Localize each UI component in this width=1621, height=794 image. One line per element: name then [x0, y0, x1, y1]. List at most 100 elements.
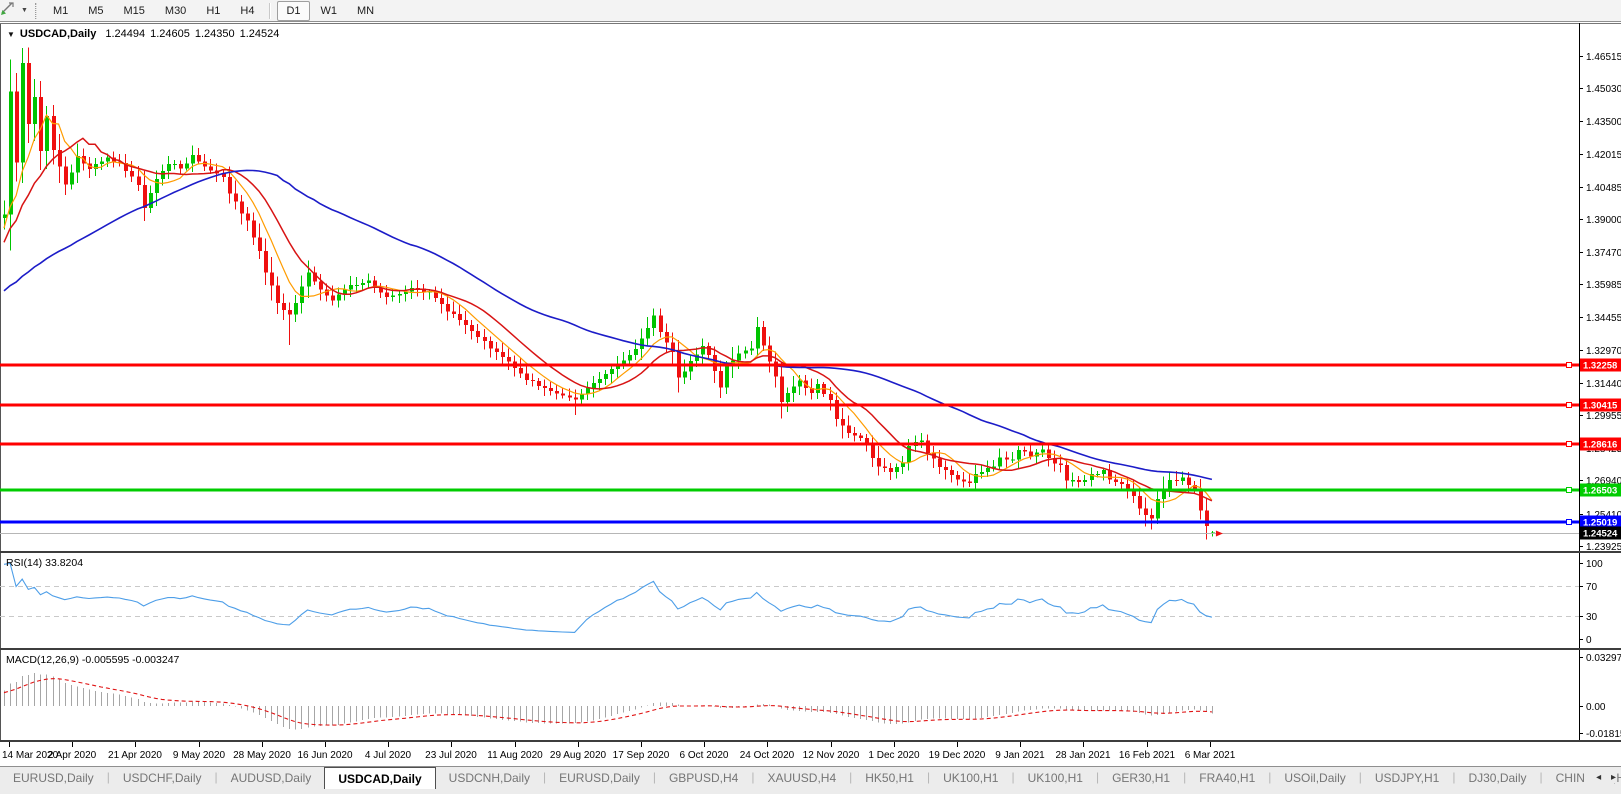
svg-text:1.34455: 1.34455	[1586, 313, 1621, 324]
candlestick-series[interactable]	[3, 48, 1215, 540]
tab-scroll-arrows: ◂ ▸	[1585, 772, 1616, 783]
tab-scroll-left-icon[interactable]: ◂	[1596, 772, 1601, 783]
chart-tabbar: EURUSD,Daily|USDCHF,Daily|AUDUSD,DailyUS…	[0, 766, 1621, 794]
panel-separators	[0, 551, 1621, 742]
svg-text:100: 100	[1586, 559, 1603, 570]
chart-tab-eurusd-daily[interactable]: EURUSD,Daily	[546, 767, 653, 789]
current-price-line	[0, 531, 1579, 537]
svg-text:1.39000: 1.39000	[1586, 215, 1621, 226]
svg-text:9 Jan 2021: 9 Jan 2021	[995, 750, 1045, 761]
svg-text:1.28425: 1.28425	[1586, 444, 1621, 455]
chart-tab-usdcad-daily[interactable]: USDCAD,Daily	[324, 767, 435, 789]
chevron-down-icon[interactable]: ▼	[21, 7, 28, 14]
timeframe-button-d1[interactable]: D1	[277, 1, 309, 21]
svg-text:1.46515: 1.46515	[1586, 52, 1621, 63]
svg-text:0: 0	[1586, 635, 1592, 646]
chart-canvas[interactable]: 1.465151.450301.435001.420151.404851.390…	[0, 0, 1621, 794]
timeframe-button-m15[interactable]: M15	[115, 1, 154, 21]
timeframe-button-h1[interactable]: H1	[197, 1, 229, 21]
svg-text:1.32258: 1.32258	[1583, 361, 1617, 372]
svg-text:17 Sep 2020: 17 Sep 2020	[613, 750, 670, 761]
ma-45-line	[4, 170, 1212, 479]
svg-text:1.43500: 1.43500	[1586, 117, 1621, 128]
svg-text:1.28616: 1.28616	[1583, 440, 1617, 451]
toolbar-grip	[35, 3, 37, 19]
rsi-indicator-label: RSI(14) 33.8204	[6, 557, 83, 569]
svg-text:1.29955: 1.29955	[1586, 411, 1621, 422]
svg-text:6 Oct 2020: 6 Oct 2020	[680, 750, 729, 761]
macd-signal-value: -0.003247	[132, 654, 179, 666]
chart-tab-usdjpy-h1[interactable]: USDJPY,H1	[1362, 767, 1452, 789]
chart-tab-audusd-daily[interactable]: AUDUSD,Daily	[218, 767, 325, 789]
chart-tab-uk100-h1[interactable]: UK100,H1	[930, 767, 1011, 789]
hline-handle	[1567, 488, 1572, 493]
macd-panel: 0.032972 0.00 -0.018154	[4, 653, 1621, 740]
svg-text:14 Mar 2020: 14 Mar 2020	[2, 750, 59, 761]
timeframe-button-m30[interactable]: M30	[156, 1, 195, 21]
timeframe-button-h4[interactable]: H4	[231, 1, 263, 21]
svg-text:28 May 2020: 28 May 2020	[233, 750, 291, 761]
svg-text:1.45030: 1.45030	[1586, 84, 1621, 95]
svg-text:30: 30	[1586, 612, 1598, 623]
open-value: 1.24494	[105, 28, 145, 40]
chart-tab-dj30-daily[interactable]: DJ30,Daily	[1455, 767, 1539, 789]
support-resistance-lines[interactable]	[0, 363, 1579, 525]
svg-text:24 Oct 2020: 24 Oct 2020	[740, 750, 795, 761]
mt4-chart-window: ▼ M1M5M15M30H1H4 D1W1MN 1.46515 1.45030 1.4…	[0, 0, 1621, 794]
svg-text:4 Jul 2020: 4 Jul 2020	[365, 750, 412, 761]
timeframe-button-m1[interactable]: M1	[44, 1, 77, 21]
ma-13-line	[4, 138, 1212, 501]
chart-tab-ger30-h1[interactable]: GER30,H1	[1099, 767, 1183, 789]
low-value: 1.24350	[195, 28, 235, 40]
toolbar-separator	[269, 3, 271, 19]
hline-handle	[1567, 520, 1572, 525]
close-value: 1.24524	[240, 28, 280, 40]
rsi-line	[4, 563, 1212, 632]
high-value: 1.24605	[150, 28, 190, 40]
chart-tab-usdcnh-daily[interactable]: USDCNH,Daily	[436, 767, 543, 789]
chart-title: ▼ USDCAD,Daily 1.24494 1.24605 1.24350 1.2452…	[7, 28, 284, 40]
chart-tab-fra40-h1[interactable]: FRA40,H1	[1186, 767, 1268, 789]
chart-tab-gbpusd-h4[interactable]: GBPUSD,H4	[656, 767, 751, 789]
svg-text:-0.018154: -0.018154	[1586, 729, 1621, 740]
svg-text:6 Mar 2021: 6 Mar 2021	[1185, 750, 1236, 761]
date-axis[interactable]: 14 Mar 20202 Apr 202021 Apr 20209 May 20…	[2, 742, 1236, 761]
chart-tab-usdchf-daily[interactable]: USDCHF,Daily	[110, 767, 215, 789]
chart-tab-eurusd-daily[interactable]: EURUSD,Daily	[0, 767, 107, 789]
chart-tab-xauusd-h4[interactable]: XAUUSD,H4	[754, 767, 849, 789]
symbol-label: USDCAD,Daily	[20, 28, 96, 40]
svg-text:28 Jan 2021: 28 Jan 2021	[1055, 750, 1110, 761]
svg-text:1.40485: 1.40485	[1586, 183, 1621, 194]
svg-text:1.32970: 1.32970	[1586, 346, 1621, 357]
svg-text:1.25410: 1.25410	[1586, 510, 1621, 521]
chart-tab-hk50-h1[interactable]: HK50,H1	[852, 767, 927, 789]
hline-handle	[1567, 403, 1572, 408]
svg-text:1.30415: 1.30415	[1583, 401, 1618, 412]
svg-text:11 Aug 2020: 11 Aug 2020	[487, 750, 543, 761]
svg-text:0.00: 0.00	[1586, 702, 1606, 713]
svg-text:2 Apr 2020: 2 Apr 2020	[48, 750, 97, 761]
svg-text:21 Apr 2020: 21 Apr 2020	[108, 750, 162, 761]
chart-tab-usoil-daily[interactable]: USOil,Daily	[1271, 767, 1358, 789]
svg-text:1.37470: 1.37470	[1586, 248, 1621, 259]
moving-averages	[4, 115, 1212, 502]
svg-text:70: 70	[1586, 582, 1598, 593]
svg-text:1.35985: 1.35985	[1586, 280, 1621, 291]
chart-cursor-icon[interactable]	[0, 2, 20, 20]
tab-scroll-right-icon[interactable]: ▸	[1611, 772, 1616, 783]
svg-text:29 Aug 2020: 29 Aug 2020	[550, 750, 607, 761]
macd-indicator-label: MACD(12,26,9) -0.005595 -0.003247	[6, 654, 179, 666]
collapse-panel-icon[interactable]: ▼	[7, 30, 15, 39]
chart-tab-uk100-h1[interactable]: UK100,H1	[1015, 767, 1096, 789]
svg-text:1.25019: 1.25019	[1583, 518, 1617, 529]
svg-text:16 Feb 2021: 16 Feb 2021	[1119, 750, 1176, 761]
svg-text:19 Dec 2020: 19 Dec 2020	[929, 750, 986, 761]
svg-text:0.032972: 0.032972	[1586, 653, 1621, 664]
price-axis[interactable]: 1.465151.450301.435001.420151.404851.390…	[1579, 23, 1621, 740]
timeframe-button-m5[interactable]: M5	[79, 1, 112, 21]
rsi-panel: 100 70 30 0	[0, 559, 1603, 646]
rsi-value: 33.8204	[45, 557, 83, 569]
timeframe-button-w1[interactable]: W1	[312, 1, 347, 21]
hline-handle	[1567, 363, 1572, 368]
timeframe-button-mn[interactable]: MN	[348, 1, 383, 21]
